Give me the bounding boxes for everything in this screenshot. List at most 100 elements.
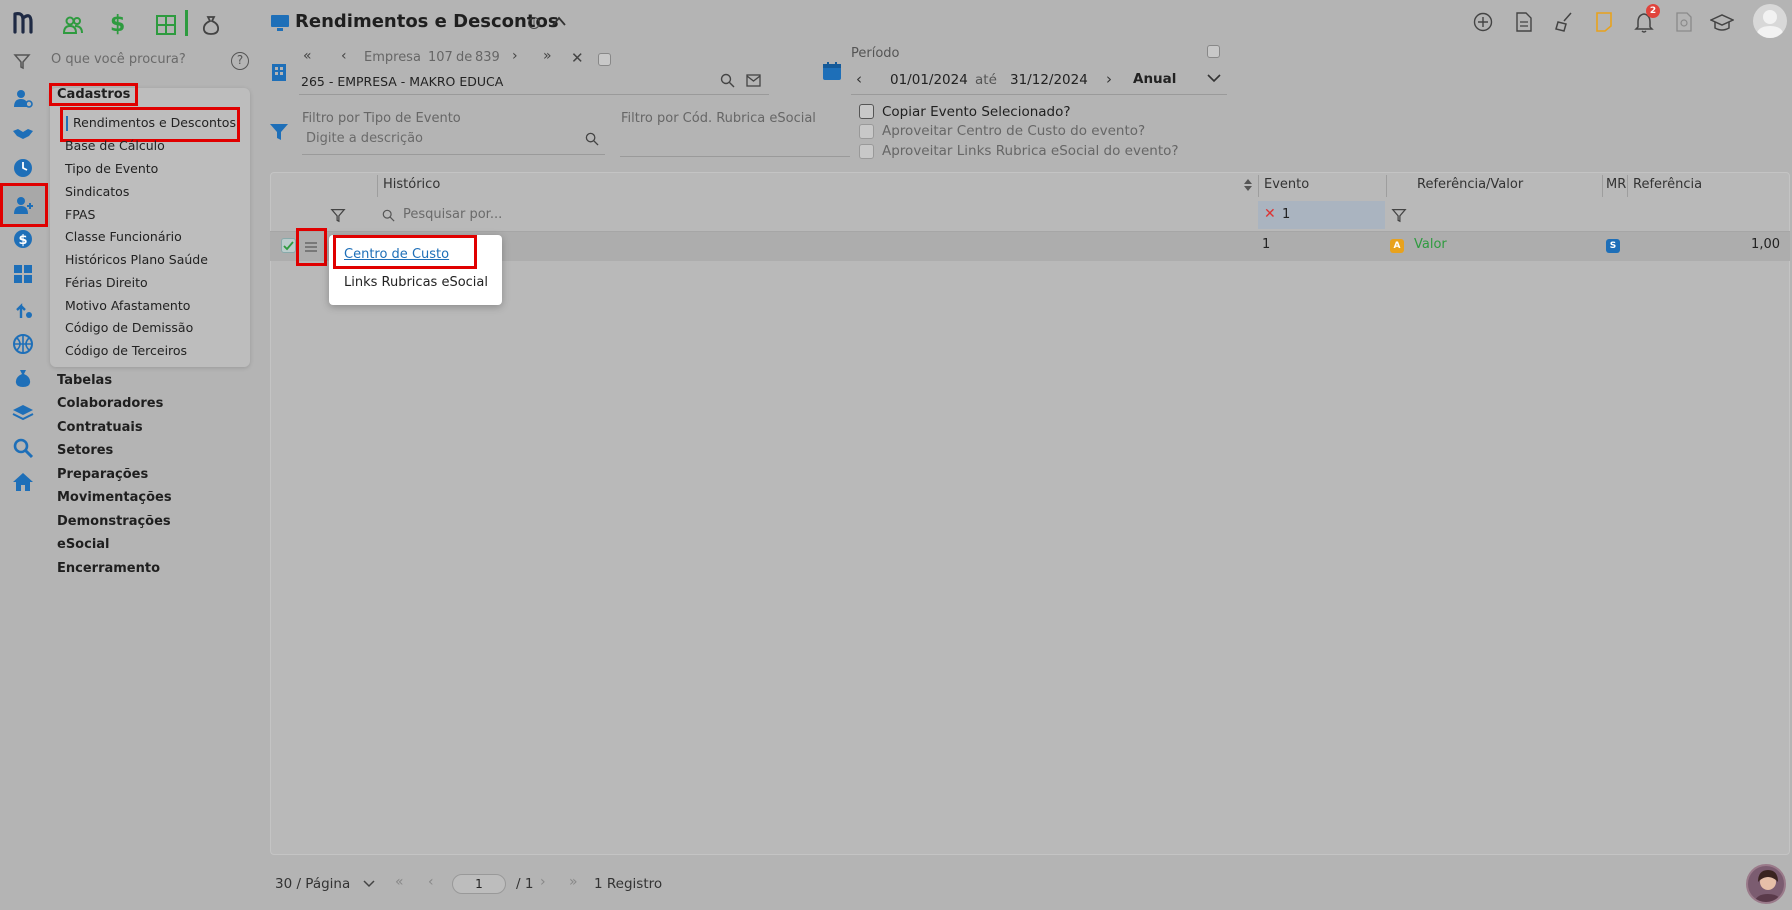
sort-icon[interactable] <box>1243 178 1253 192</box>
finance-module-icon[interactable]: $ <box>110 12 125 37</box>
menu-item-codigo-terceiros[interactable]: Código de Terceiros <box>65 343 187 358</box>
collapse-chevron-icon[interactable] <box>551 15 567 27</box>
clock-icon[interactable] <box>12 157 34 179</box>
filter-icon[interactable] <box>13 52 35 74</box>
user-avatar[interactable] <box>1753 4 1787 38</box>
grid-module-icon[interactable] <box>155 14 177 36</box>
dollar-icon[interactable]: $ <box>12 228 34 250</box>
menu-search-input[interactable]: O que você procura? <box>51 52 186 67</box>
column-header-historico[interactable]: Histórico <box>383 177 440 192</box>
company-nav-label: Empresa <box>364 50 421 65</box>
menu-section-esocial[interactable]: eSocial <box>57 537 110 552</box>
column-header-referencia[interactable]: Referência <box>1633 177 1702 192</box>
menu-item-label[interactable]: Rendimentos e Descontos <box>73 115 236 130</box>
filter-funnel-icon[interactable] <box>269 122 289 142</box>
column-header-evento[interactable]: Evento <box>1264 177 1309 192</box>
menu-item-tipo-evento[interactable]: Tipo de Evento <box>65 161 158 176</box>
period-checkbox[interactable] <box>1207 45 1220 58</box>
evento-filter-cell[interactable] <box>1258 201 1385 229</box>
menu-section-encerramento[interactable]: Encerramento <box>57 561 160 576</box>
menu-section-colaboradores[interactable]: Colaboradores <box>57 396 163 411</box>
company-name-field[interactable]: 265 - EMPRESA - MAKRO EDUCA <box>301 74 503 89</box>
copy-event-checkbox[interactable] <box>859 104 874 119</box>
users-module-icon[interactable] <box>62 14 84 36</box>
network-icon[interactable] <box>12 333 34 355</box>
assistant-avatar[interactable] <box>1746 864 1786 904</box>
context-menu-centro-custo-label[interactable]: Centro de Custo <box>344 247 449 262</box>
graduation-cap-icon[interactable] <box>1710 13 1734 33</box>
page-size-chevron-icon[interactable] <box>363 879 375 888</box>
broom-icon[interactable] <box>1554 12 1576 32</box>
first-page-button[interactable]: « <box>395 874 404 890</box>
page-size-select[interactable]: 30 / Página <box>275 876 350 892</box>
evento-filter-value[interactable]: 1 <box>1282 207 1290 222</box>
email-icon[interactable] <box>746 74 761 87</box>
search-icon[interactable] <box>12 437 34 459</box>
row-select-checkbox[interactable] <box>281 238 296 253</box>
sticky-note-icon[interactable] <box>1595 12 1613 32</box>
column-header-referencia-valor[interactable]: Referência/Valor <box>1417 177 1523 192</box>
document-icon[interactable] <box>1515 12 1533 32</box>
growth-icon[interactable] <box>12 298 34 320</box>
next-page-button[interactable]: › <box>540 874 546 890</box>
menu-section-tabelas[interactable]: Tabelas <box>57 373 112 388</box>
add-circle-icon[interactable] <box>1473 12 1493 32</box>
prev-page-button[interactable]: ‹ <box>428 874 434 890</box>
handshake-icon[interactable] <box>12 122 34 144</box>
last-company-button[interactable]: » <box>543 48 552 64</box>
menu-section-movimentacoes[interactable]: Movimentações <box>57 490 172 505</box>
money-bag-module-icon[interactable] <box>201 14 221 36</box>
next-company-button[interactable]: › <box>512 48 518 64</box>
context-menu-links-rubricas[interactable]: Links Rubricas eSocial <box>344 275 488 290</box>
report-icon[interactable] <box>1675 12 1693 32</box>
period-start-input[interactable]: 01/01/2024 <box>890 72 968 88</box>
first-company-button[interactable]: « <box>303 48 312 64</box>
ref-filter-funnel-icon[interactable] <box>1391 207 1407 223</box>
reuse-links-checkbox[interactable] <box>859 144 874 159</box>
menu-item-codigo-demissao[interactable]: Código de Demissão <box>65 320 193 335</box>
company-lock-checkbox[interactable] <box>598 53 611 66</box>
historico-search-input[interactable]: Pesquisar por... <box>403 207 502 222</box>
app-logo[interactable] <box>12 10 38 36</box>
prev-company-button[interactable]: ‹ <box>341 48 347 64</box>
bag-icon[interactable] <box>12 367 34 389</box>
clear-evento-filter-icon[interactable]: ✕ <box>1264 206 1276 222</box>
clear-company-icon[interactable]: ✕ <box>571 49 584 67</box>
menu-item-sindicatos[interactable]: Sindicatos <box>65 184 129 199</box>
monitor-icon <box>270 13 290 33</box>
menu-item-ferias-direito[interactable]: Férias Direito <box>65 275 148 290</box>
help-icon[interactable]: ? <box>231 52 249 70</box>
event-type-filter-input[interactable]: Digite a descrição <box>306 131 423 146</box>
menu-section-demonstracoes[interactable]: Demonstrações <box>57 514 171 529</box>
menu-section-contratuais[interactable]: Contratuais <box>57 420 143 435</box>
menu-section-cadastros[interactable]: Cadastros <box>48 83 139 106</box>
last-page-button[interactable]: » <box>569 874 578 890</box>
menu-item-historicos-plano-saude[interactable]: Históricos Plano Saúde <box>65 252 208 267</box>
column-header-mr[interactable]: MR <box>1606 177 1626 192</box>
chevron-down-icon[interactable] <box>1207 73 1221 83</box>
info-icon[interactable]: i <box>528 17 540 29</box>
reuse-cost-center-checkbox[interactable] <box>859 124 874 139</box>
row-filter-funnel-icon[interactable] <box>330 207 346 223</box>
menu-item-classe-funcionario[interactable]: Classe Funcionário <box>65 229 182 244</box>
period-type-select[interactable]: Anual <box>1133 71 1176 87</box>
period-prev-button[interactable]: ‹ <box>856 70 862 88</box>
menu-section-preparacoes[interactable]: Preparações <box>57 467 148 482</box>
calendar-icon[interactable] <box>822 61 842 81</box>
row-actions-menu-button[interactable] <box>296 228 327 266</box>
menu-section-setores[interactable]: Setores <box>57 443 113 458</box>
person-gear-icon[interactable] <box>12 87 34 109</box>
period-next-button[interactable]: › <box>1106 70 1112 88</box>
employees-icon[interactable] <box>0 183 48 227</box>
company-search-icon[interactable] <box>720 73 735 88</box>
home-icon[interactable] <box>12 471 34 493</box>
period-end-input[interactable]: 31/12/2024 <box>1010 72 1088 88</box>
page-number-input[interactable]: 1 <box>452 874 506 894</box>
svg-text:$: $ <box>18 233 27 248</box>
event-type-search-icon[interactable] <box>585 132 599 146</box>
menu-item-fpas[interactable]: FPAS <box>65 207 95 222</box>
menu-item-base-calculo[interactable]: Base de Cálculo <box>65 138 165 153</box>
calculator-icon[interactable] <box>12 263 34 285</box>
layers-icon[interactable] <box>12 402 34 424</box>
menu-item-motivo-afastamento[interactable]: Motivo Afastamento <box>65 298 190 313</box>
